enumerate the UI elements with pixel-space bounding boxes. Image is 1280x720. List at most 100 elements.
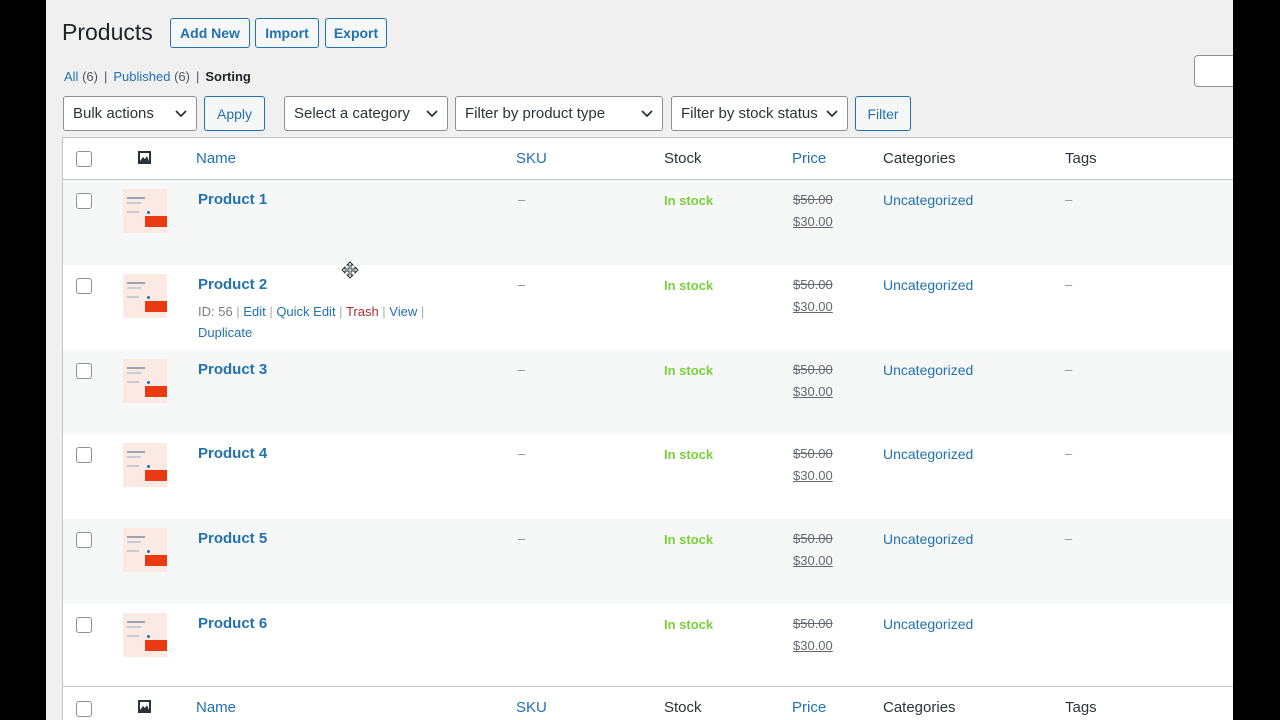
filter-button[interactable]: Filter [855, 96, 911, 131]
tags-value: – [1065, 277, 1073, 292]
table-row[interactable]: Product 4 – In stock $50.00 $30.00 Uncat… [63, 434, 1233, 519]
regular-price: $50.00 [793, 192, 833, 207]
view-all-count: (6) [82, 69, 98, 84]
table-row[interactable]: Product 1 – In stock $50.00 $30.00 Uncat… [63, 180, 1233, 265]
regular-price: $50.00 [793, 277, 833, 292]
sale-price: $30.00 [793, 638, 833, 653]
category-link[interactable]: Uncategorized [883, 616, 973, 632]
product-thumbnail[interactable] [123, 189, 167, 233]
product-thumbnail[interactable] [123, 443, 167, 487]
category-link[interactable]: Uncategorized [883, 192, 973, 208]
row-checkbox[interactable] [76, 278, 92, 294]
column-sku[interactable]: SKU [516, 150, 547, 167]
view-published-label: Published [113, 69, 171, 84]
apply-button[interactable]: Apply [204, 96, 265, 131]
category-link[interactable]: Uncategorized [883, 362, 973, 378]
product-thumbnail[interactable] [123, 528, 167, 572]
separator: | [103, 69, 108, 84]
category-link[interactable]: Uncategorized [883, 277, 973, 293]
sku-value: – [518, 192, 526, 207]
export-button[interactable]: Export [325, 18, 387, 48]
product-name-link[interactable]: Product 3 [198, 361, 267, 378]
import-button[interactable]: Import [255, 18, 319, 48]
sku-value: – [518, 446, 526, 461]
sale-price: $30.00 [793, 553, 833, 568]
edit-link[interactable]: Edit [243, 304, 265, 319]
regular-price: $50.00 [793, 616, 833, 631]
trash-link[interactable]: Trash [346, 304, 379, 319]
view-sorting-current[interactable]: Sorting [205, 69, 251, 84]
regular-price: $50.00 [793, 362, 833, 377]
stock-status: In stock [664, 193, 714, 208]
sale-price: $30.00 [793, 299, 833, 314]
regular-price: $50.00 [793, 446, 833, 461]
stock-status: In stock [664, 278, 714, 293]
separator: | [195, 69, 200, 84]
table-row[interactable]: Product 5 – In stock $50.00 $30.00 Uncat… [63, 519, 1233, 604]
column-stock-footer: Stock [664, 699, 702, 716]
stock-status-select-label: Filter by stock status [681, 105, 818, 122]
search-input[interactable] [1194, 55, 1233, 87]
sale-price: $30.00 [793, 214, 833, 229]
sale-price: $30.00 [793, 468, 833, 483]
product-name-link[interactable]: Product 2 [198, 276, 267, 293]
table-row[interactable]: Product 6 In stock $50.00 $30.00 Uncateg… [63, 604, 1233, 689]
chevron-down-icon [641, 110, 653, 118]
select-all-checkbox-footer[interactable] [76, 701, 92, 717]
sale-price: $30.00 [793, 384, 833, 399]
product-name-link[interactable]: Product 6 [198, 615, 267, 632]
table-footer: Name SKU Stock Price Categories Tags [63, 686, 1233, 720]
column-categories-footer: Categories [883, 699, 956, 716]
category-link[interactable]: Uncategorized [883, 446, 973, 462]
view-link[interactable]: View [389, 304, 417, 319]
sku-value: – [518, 362, 526, 377]
product-thumbnail[interactable] [123, 359, 167, 403]
regular-price: $50.00 [793, 531, 833, 546]
chevron-down-icon [826, 110, 838, 118]
table-row[interactable]: Product 3 – In stock $50.00 $30.00 Uncat… [63, 350, 1233, 435]
view-all-link[interactable]: All (6) [64, 69, 98, 84]
column-name-footer[interactable]: Name [196, 699, 236, 716]
category-select[interactable]: Select a category [284, 96, 448, 131]
stock-status: In stock [664, 363, 714, 378]
stock-status: In stock [664, 617, 714, 632]
product-type-select-label: Filter by product type [465, 105, 606, 122]
product-name-link[interactable]: Product 1 [198, 191, 267, 208]
row-actions: ID: 56 | Edit | Quick Edit | Trash | Vie… [198, 304, 425, 340]
product-thumbnail[interactable] [123, 274, 167, 318]
stock-status-select[interactable]: Filter by stock status [671, 96, 848, 131]
quick-edit-link[interactable]: Quick Edit [276, 304, 335, 319]
row-checkbox[interactable] [76, 447, 92, 463]
column-categories: Categories [883, 150, 956, 167]
row-checkbox[interactable] [76, 617, 92, 633]
bulk-actions-label: Bulk actions [73, 105, 154, 122]
add-new-button[interactable]: Add New [170, 18, 250, 48]
view-published-count: (6) [174, 69, 190, 84]
select-all-checkbox[interactable] [76, 151, 92, 167]
product-id: ID: 56 [198, 304, 233, 319]
admin-content: Products Add New Import Export All (6) | P… [46, 0, 1233, 720]
column-tags-footer: Tags [1065, 699, 1097, 716]
column-name[interactable]: Name [196, 150, 236, 167]
products-table: Name SKU Stock Price Categories Tags Pro… [62, 137, 1233, 720]
table-row[interactable]: Product 2 ID: 56 | Edit | Quick Edit | T… [63, 265, 1233, 350]
sku-value: – [518, 531, 526, 546]
category-select-label: Select a category [294, 105, 410, 122]
product-name-link[interactable]: Product 5 [198, 530, 267, 547]
row-checkbox[interactable] [76, 193, 92, 209]
product-type-select[interactable]: Filter by product type [455, 96, 663, 131]
row-checkbox[interactable] [76, 363, 92, 379]
stock-status: In stock [664, 447, 714, 462]
row-checkbox[interactable] [76, 532, 92, 548]
product-thumbnail[interactable] [123, 613, 167, 657]
category-link[interactable]: Uncategorized [883, 531, 973, 547]
column-price-footer[interactable]: Price [792, 699, 826, 716]
column-sku-footer[interactable]: SKU [516, 699, 547, 716]
product-name-link[interactable]: Product 4 [198, 445, 267, 462]
duplicate-link[interactable]: Duplicate [198, 325, 252, 340]
move-cursor-icon [341, 261, 359, 279]
column-price[interactable]: Price [792, 150, 826, 167]
view-published-link[interactable]: Published (6) [113, 69, 190, 84]
bulk-actions-select[interactable]: Bulk actions [63, 96, 197, 131]
tags-value: – [1065, 446, 1073, 461]
